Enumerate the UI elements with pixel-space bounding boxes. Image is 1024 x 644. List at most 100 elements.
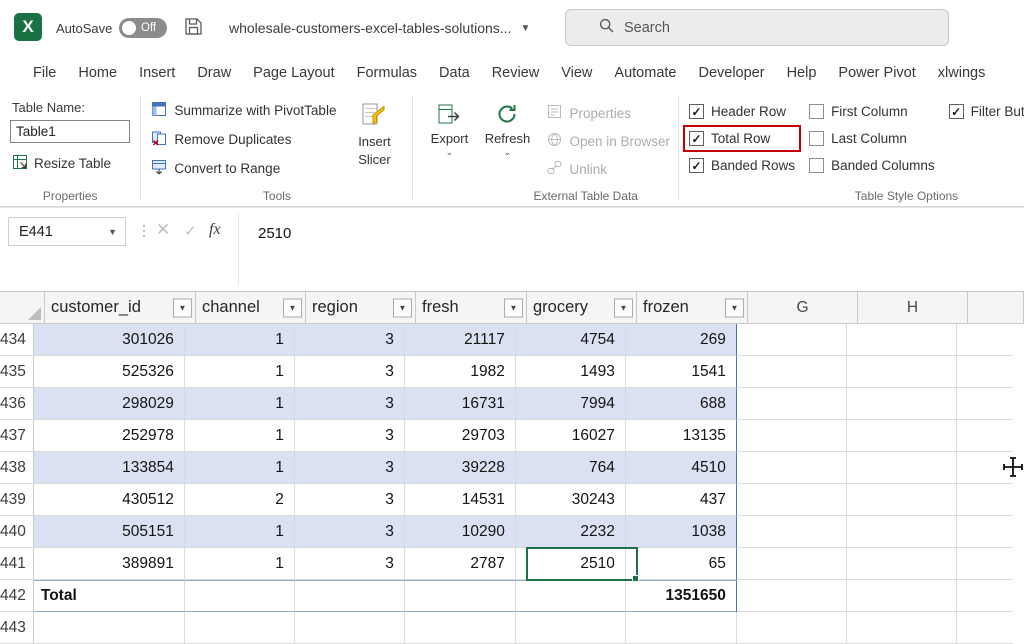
empty-cell[interactable] bbox=[737, 548, 847, 580]
enter-icon[interactable]: ✓ bbox=[184, 222, 197, 240]
filter-dropdown-icon[interactable]: ▼ bbox=[173, 298, 192, 317]
remove-duplicates-button[interactable]: Remove Duplicates bbox=[151, 130, 336, 149]
select-all-corner[interactable] bbox=[0, 292, 45, 324]
empty-cell[interactable] bbox=[185, 612, 295, 644]
tab-draw[interactable]: Draw bbox=[186, 55, 242, 90]
empty-cell[interactable] bbox=[34, 612, 185, 644]
cell-grocery[interactable]: 4754 bbox=[516, 324, 626, 356]
cell-channel[interactable]: 1 bbox=[185, 420, 295, 452]
cell-frozen[interactable]: 1038 bbox=[626, 516, 737, 548]
tab-page-layout[interactable]: Page Layout bbox=[242, 55, 345, 90]
table-name-input[interactable] bbox=[10, 120, 130, 143]
cell-grocery[interactable]: 1493 bbox=[516, 356, 626, 388]
cell-fresh[interactable]: 14531 bbox=[405, 484, 516, 516]
tab-data[interactable]: Data bbox=[428, 55, 481, 90]
tab-view[interactable]: View bbox=[550, 55, 603, 90]
cell-grocery[interactable]: 16027 bbox=[516, 420, 626, 452]
empty-cell[interactable] bbox=[957, 484, 1013, 516]
empty-cell[interactable] bbox=[737, 388, 847, 420]
tab-xlwings[interactable]: xlwings bbox=[927, 55, 997, 90]
total-label-cell[interactable]: Total bbox=[34, 580, 185, 612]
checkbox-checked-icon[interactable] bbox=[949, 104, 964, 119]
checkbox-checked-icon[interactable] bbox=[689, 131, 704, 146]
empty-cell[interactable] bbox=[737, 356, 847, 388]
cell-customer-id[interactable]: 430512 bbox=[34, 484, 185, 516]
empty-cell[interactable] bbox=[295, 580, 405, 612]
row-number[interactable]: 436 bbox=[0, 388, 34, 420]
refresh-button[interactable]: Refresh ⌄ bbox=[481, 100, 533, 178]
empty-cell[interactable] bbox=[847, 324, 957, 356]
export-button[interactable]: Export ⌄ bbox=[423, 100, 475, 178]
cell-region[interactable]: 3 bbox=[295, 516, 405, 548]
column-header-h[interactable]: H bbox=[858, 292, 968, 324]
filter-dropdown-icon[interactable]: ▼ bbox=[283, 298, 302, 317]
row-number[interactable]: 443 bbox=[0, 612, 34, 644]
empty-cell[interactable] bbox=[737, 324, 847, 356]
frozen-total-cell[interactable]: 1351650 bbox=[626, 580, 737, 612]
cell-channel[interactable]: 1 bbox=[185, 548, 295, 580]
empty-cell[interactable] bbox=[516, 580, 626, 612]
cell-frozen[interactable]: 1541 bbox=[626, 356, 737, 388]
empty-cell[interactable] bbox=[185, 580, 295, 612]
tab-home[interactable]: Home bbox=[67, 55, 128, 90]
column-header-g[interactable]: G bbox=[748, 292, 858, 324]
empty-cell[interactable] bbox=[957, 356, 1013, 388]
cell-region[interactable]: 3 bbox=[295, 420, 405, 452]
row-number[interactable]: 441 bbox=[0, 548, 34, 580]
checkbox-checked-icon[interactable] bbox=[689, 104, 704, 119]
cell-channel[interactable]: 1 bbox=[185, 516, 295, 548]
cell-region[interactable]: 3 bbox=[295, 452, 405, 484]
cell-fresh[interactable]: 10290 bbox=[405, 516, 516, 548]
cell-channel[interactable]: 1 bbox=[185, 356, 295, 388]
cell-region[interactable]: 3 bbox=[295, 356, 405, 388]
cell-frozen[interactable]: 13135 bbox=[626, 420, 737, 452]
insert-slicer-button[interactable]: Insert Slicer bbox=[344, 98, 404, 186]
cell-fresh[interactable]: 21117 bbox=[405, 324, 516, 356]
cell-region[interactable]: 3 bbox=[295, 324, 405, 356]
empty-cell[interactable] bbox=[847, 420, 957, 452]
document-title[interactable]: wholesale-customers-excel-tables-solutio… bbox=[229, 20, 530, 36]
empty-cell[interactable] bbox=[957, 612, 1013, 644]
row-number[interactable]: 435 bbox=[0, 356, 34, 388]
tab-formulas[interactable]: Formulas bbox=[346, 55, 428, 90]
resize-table-button[interactable]: Resize Table bbox=[12, 154, 132, 173]
cell-grocery[interactable]: 7994 bbox=[516, 388, 626, 420]
cell-region[interactable]: 3 bbox=[295, 388, 405, 420]
row-number[interactable]: 437 bbox=[0, 420, 34, 452]
checkbox-checked-icon[interactable] bbox=[689, 158, 704, 173]
banded-rows-checkbox[interactable]: Banded Rows bbox=[689, 158, 795, 173]
column-header-customer-id[interactable]: customer_id ▼ bbox=[45, 292, 196, 324]
empty-cell[interactable] bbox=[737, 516, 847, 548]
empty-cell[interactable] bbox=[737, 420, 847, 452]
insert-function-icon[interactable]: fx bbox=[209, 221, 221, 239]
empty-cell[interactable] bbox=[516, 612, 626, 644]
cell-grocery[interactable]: 30243 bbox=[516, 484, 626, 516]
formula-bar-content[interactable]: 2510 bbox=[258, 225, 291, 242]
column-header-region[interactable]: region ▼ bbox=[306, 292, 416, 324]
cell-grocery[interactable]: 764 bbox=[516, 452, 626, 484]
empty-cell[interactable] bbox=[405, 612, 516, 644]
empty-cell[interactable] bbox=[737, 612, 847, 644]
cell-grocery[interactable]: 2232 bbox=[516, 516, 626, 548]
column-header-frozen[interactable]: frozen ▼ bbox=[637, 292, 748, 324]
empty-cell[interactable] bbox=[847, 484, 957, 516]
cell-channel[interactable]: 1 bbox=[185, 452, 295, 484]
checkbox-unchecked-icon[interactable] bbox=[809, 104, 824, 119]
empty-cell[interactable] bbox=[957, 516, 1013, 548]
name-box[interactable]: E441 ▼ bbox=[8, 217, 126, 246]
column-header-partial[interactable] bbox=[968, 292, 1024, 324]
cell-region[interactable]: 3 bbox=[295, 484, 405, 516]
empty-cell[interactable] bbox=[957, 452, 1013, 484]
empty-cell[interactable] bbox=[847, 356, 957, 388]
cell-frozen[interactable]: 269 bbox=[626, 324, 737, 356]
column-header-fresh[interactable]: fresh ▼ bbox=[416, 292, 527, 324]
header-row-checkbox[interactable]: Header Row bbox=[689, 104, 795, 119]
empty-cell[interactable] bbox=[847, 580, 957, 612]
column-header-channel[interactable]: channel ▼ bbox=[196, 292, 306, 324]
cell-customer-id[interactable]: 133854 bbox=[34, 452, 185, 484]
search-input[interactable]: Search bbox=[565, 9, 949, 46]
empty-cell[interactable] bbox=[737, 484, 847, 516]
column-header-grocery[interactable]: grocery ▼ bbox=[527, 292, 637, 324]
row-number[interactable]: 442 bbox=[0, 580, 34, 612]
cancel-icon[interactable]: ✕ bbox=[156, 220, 170, 240]
